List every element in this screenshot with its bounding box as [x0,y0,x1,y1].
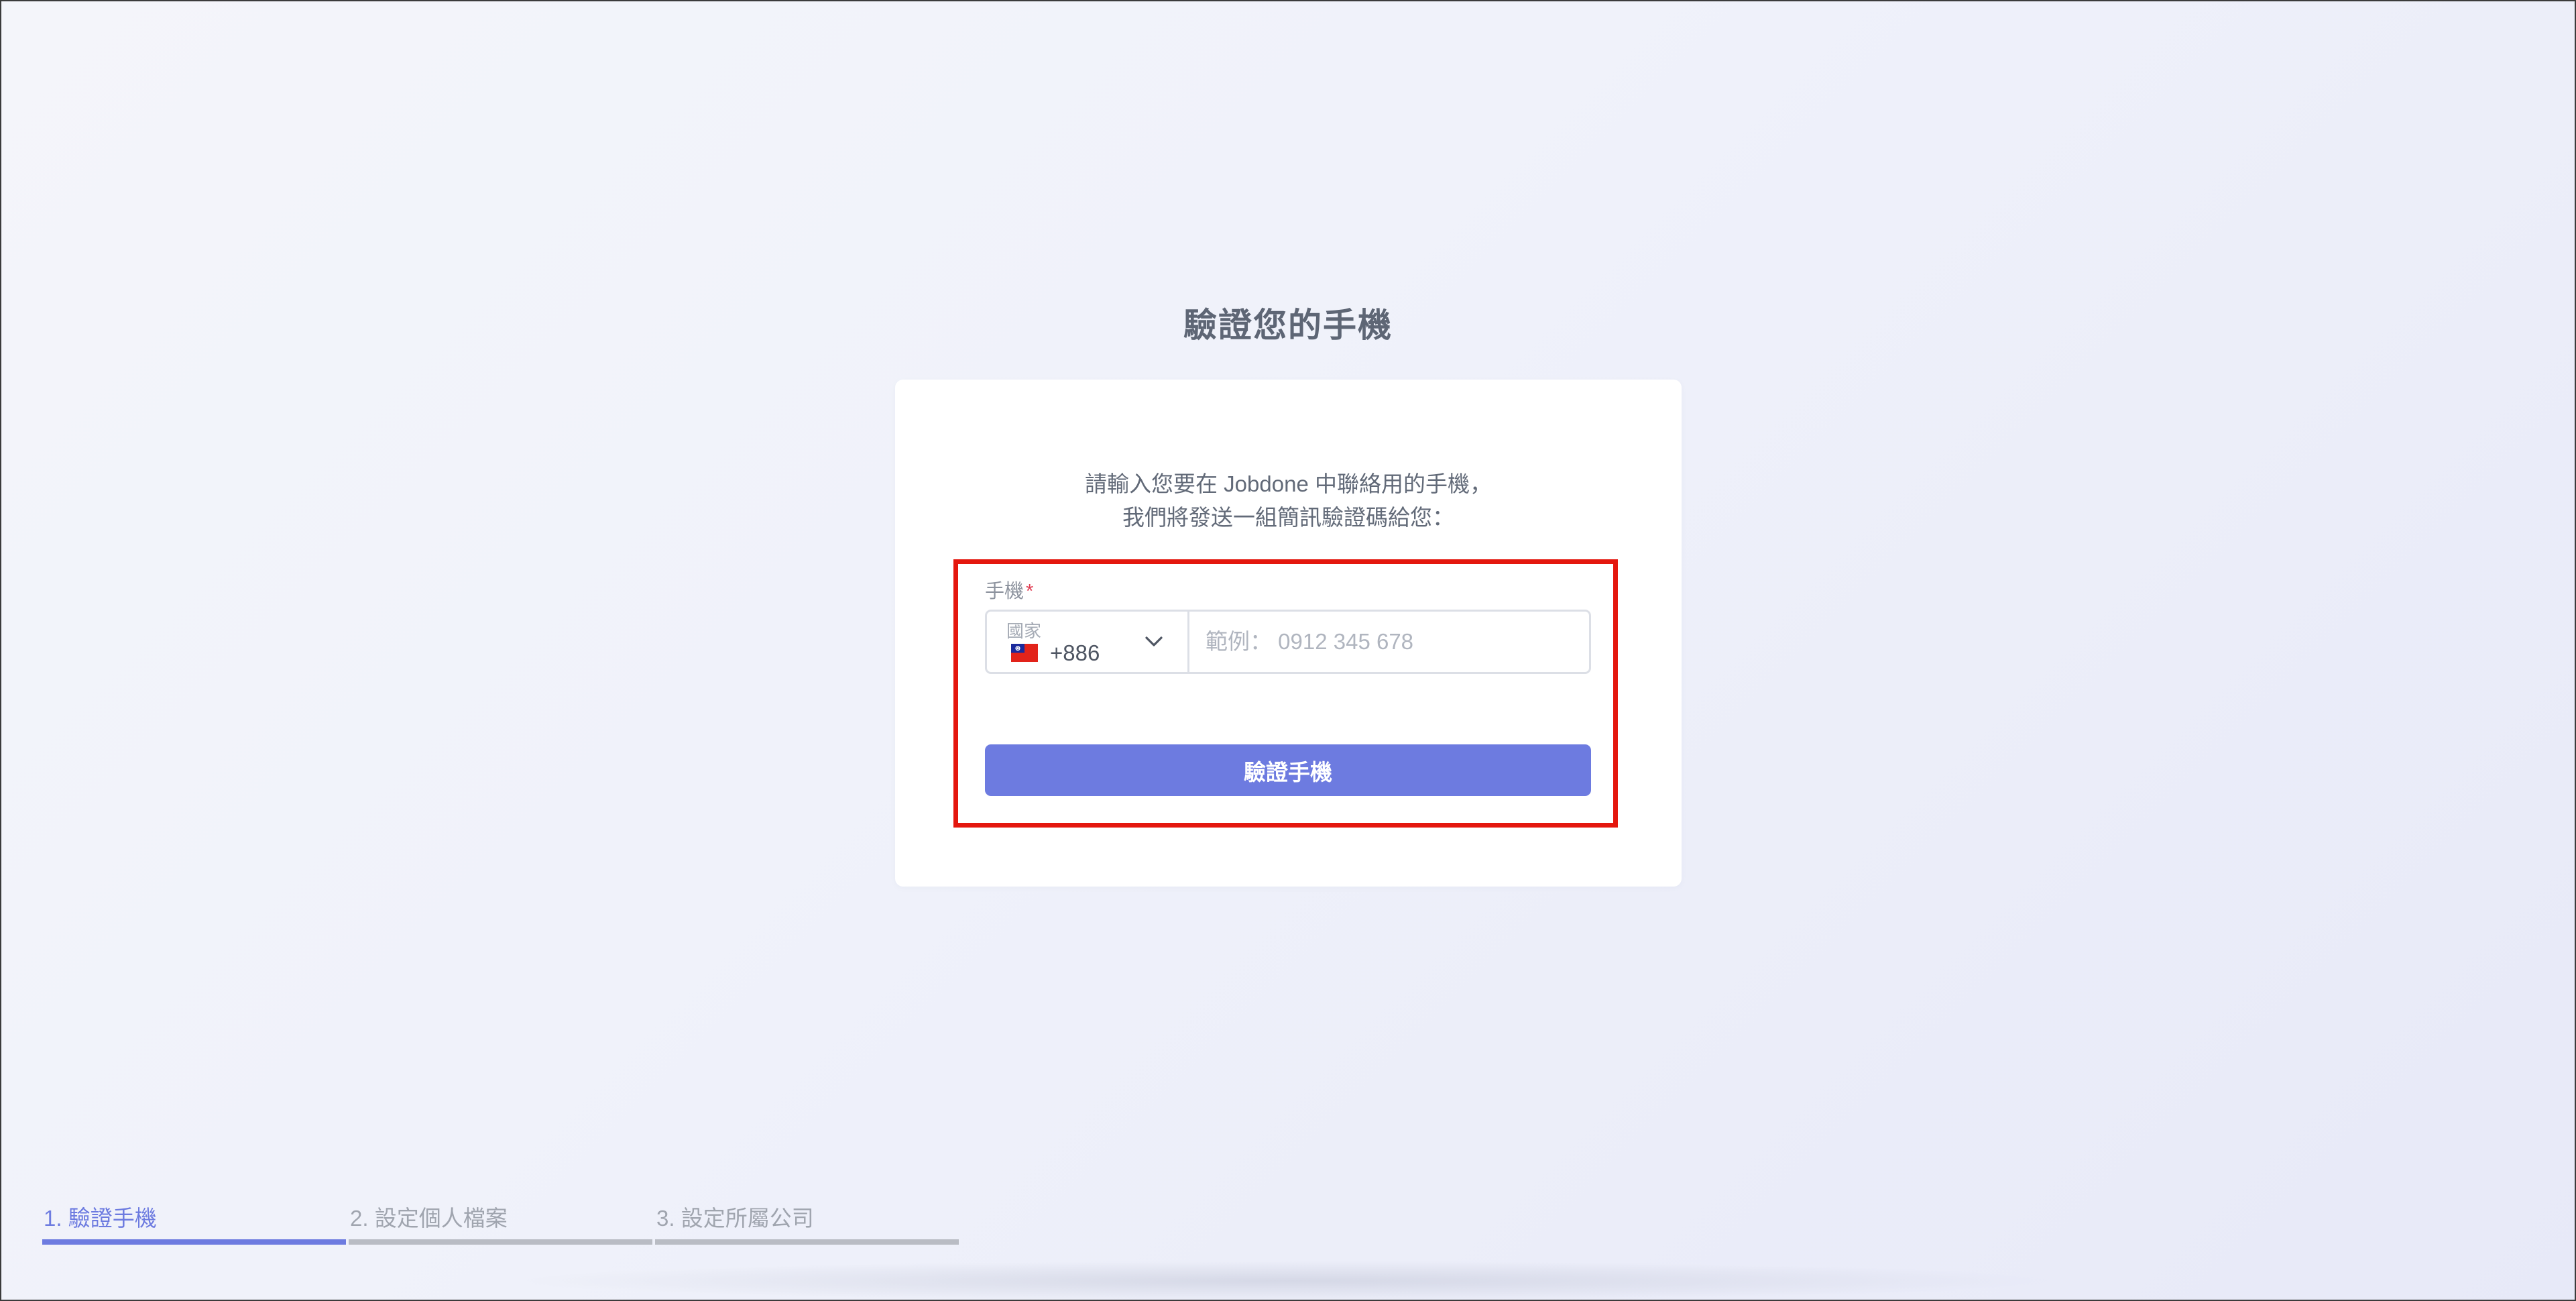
step-verify-phone[interactable]: 1. 驗證手機 [42,1198,346,1245]
step-label: 3. 設定所屬公司 [656,1206,814,1231]
taiwan-flag-icon [1011,644,1038,662]
phone-number-input[interactable] [1189,612,1589,672]
country-caption: 國家 [1006,621,1042,641]
step-label: 2. 設定個人檔案 [350,1206,508,1231]
verify-phone-button[interactable]: 驗證手機 [985,744,1591,796]
step-profile-settings[interactable]: 2. 設定個人檔案 [349,1198,652,1245]
dial-code: +886 [1050,640,1100,665]
phone-input-group: 國家 +886 [985,610,1591,674]
instruction-line-1: 請輸入您要在 Jobdone 中聯絡用的手機， [1085,471,1492,496]
step-progress-bar [655,1239,959,1245]
phone-label-text: 手機 [985,581,1024,602]
step-company-settings[interactable]: 3. 設定所屬公司 [655,1198,959,1245]
step-progress-bar [349,1239,652,1245]
instructions: 請輸入您要在 Jobdone 中聯絡用的手機， 我們將發送一組簡訊驗證碼給您： [895,467,1682,534]
required-mark: * [1026,581,1034,602]
step-progress-bar [42,1239,346,1245]
country-code-select[interactable]: 國家 +886 [987,612,1189,672]
chevron-down-icon [1145,636,1163,646]
instruction-line-2: 我們將發送一組簡訊驗證碼給您： [1122,505,1454,530]
phone-field-label: 手機 * [985,575,1033,604]
page-title: 驗證您的手機 [1183,306,1393,344]
step-label: 1. 驗證手機 [44,1206,157,1231]
bottom-shadow [510,1261,2065,1301]
